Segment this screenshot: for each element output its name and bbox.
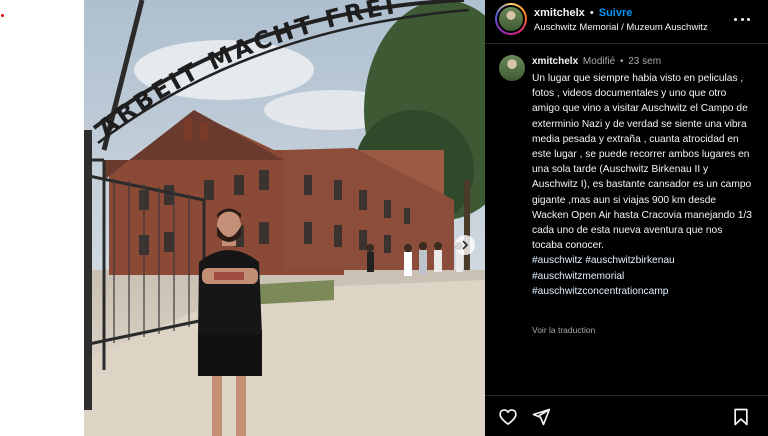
post-header: xmitchelx • Suivre Auschwitz Memorial / … bbox=[485, 0, 768, 44]
avatar[interactable] bbox=[495, 3, 527, 35]
location-link[interactable]: Auschwitz Memorial / Muzeum Auschwitz bbox=[534, 22, 708, 33]
hashtag-line[interactable]: #auschwitz #auschwitzbirkenau bbox=[532, 253, 754, 268]
hashtag-line[interactable]: #auschwitzmemorial bbox=[532, 269, 754, 284]
hashtag-list: #auschwitz #auschwitzbirkenau #auschwitz… bbox=[532, 253, 754, 299]
bookmark-icon[interactable] bbox=[731, 407, 751, 427]
left-gutter bbox=[0, 0, 84, 436]
more-dot bbox=[747, 17, 750, 21]
avatar-inner bbox=[497, 5, 525, 33]
more-dot bbox=[734, 17, 737, 21]
post-side-panel: xmitchelx • Suivre Auschwitz Memorial / … bbox=[485, 0, 768, 436]
action-bar bbox=[485, 395, 768, 436]
edited-label: Modifié bbox=[582, 56, 616, 67]
post-photo[interactable]: ARBEIT MACHT FREI bbox=[84, 0, 485, 436]
post-age: 23 sem bbox=[628, 56, 662, 67]
caption-separator: • bbox=[619, 56, 624, 67]
header-separator: • bbox=[589, 7, 594, 19]
avatar-image bbox=[499, 7, 523, 31]
header-username[interactable]: xmitchelx bbox=[534, 7, 585, 19]
next-photo-button[interactable] bbox=[455, 235, 475, 255]
follow-button[interactable]: Suivre bbox=[599, 7, 633, 19]
photo-scene: ARBEIT MACHT FREI bbox=[84, 0, 485, 436]
send-icon[interactable] bbox=[531, 407, 551, 427]
caption-username[interactable]: xmitchelx bbox=[532, 56, 578, 67]
caption-text: Un lugar que siempre habia visto en peli… bbox=[532, 73, 752, 252]
caption-body: Un lugar que siempre habia visto en peli… bbox=[532, 71, 754, 299]
see-translation-link[interactable]: Voir la traduction bbox=[532, 325, 595, 335]
more-options-icon[interactable] bbox=[734, 12, 750, 26]
red-dot-marker bbox=[1, 14, 4, 17]
hashtag-line[interactable]: #auschwitzconcentrationcamp bbox=[532, 284, 754, 299]
more-dot bbox=[740, 17, 744, 21]
caption-avatar[interactable] bbox=[499, 55, 525, 81]
chevron-right-icon bbox=[462, 240, 469, 250]
header-line: xmitchelx • Suivre bbox=[534, 7, 632, 19]
heart-icon[interactable] bbox=[498, 407, 518, 427]
caption-area: xmitchelx Modifié • 23 sem Un lugar que … bbox=[485, 45, 768, 395]
caption-meta: xmitchelx Modifié • 23 sem bbox=[532, 56, 661, 67]
